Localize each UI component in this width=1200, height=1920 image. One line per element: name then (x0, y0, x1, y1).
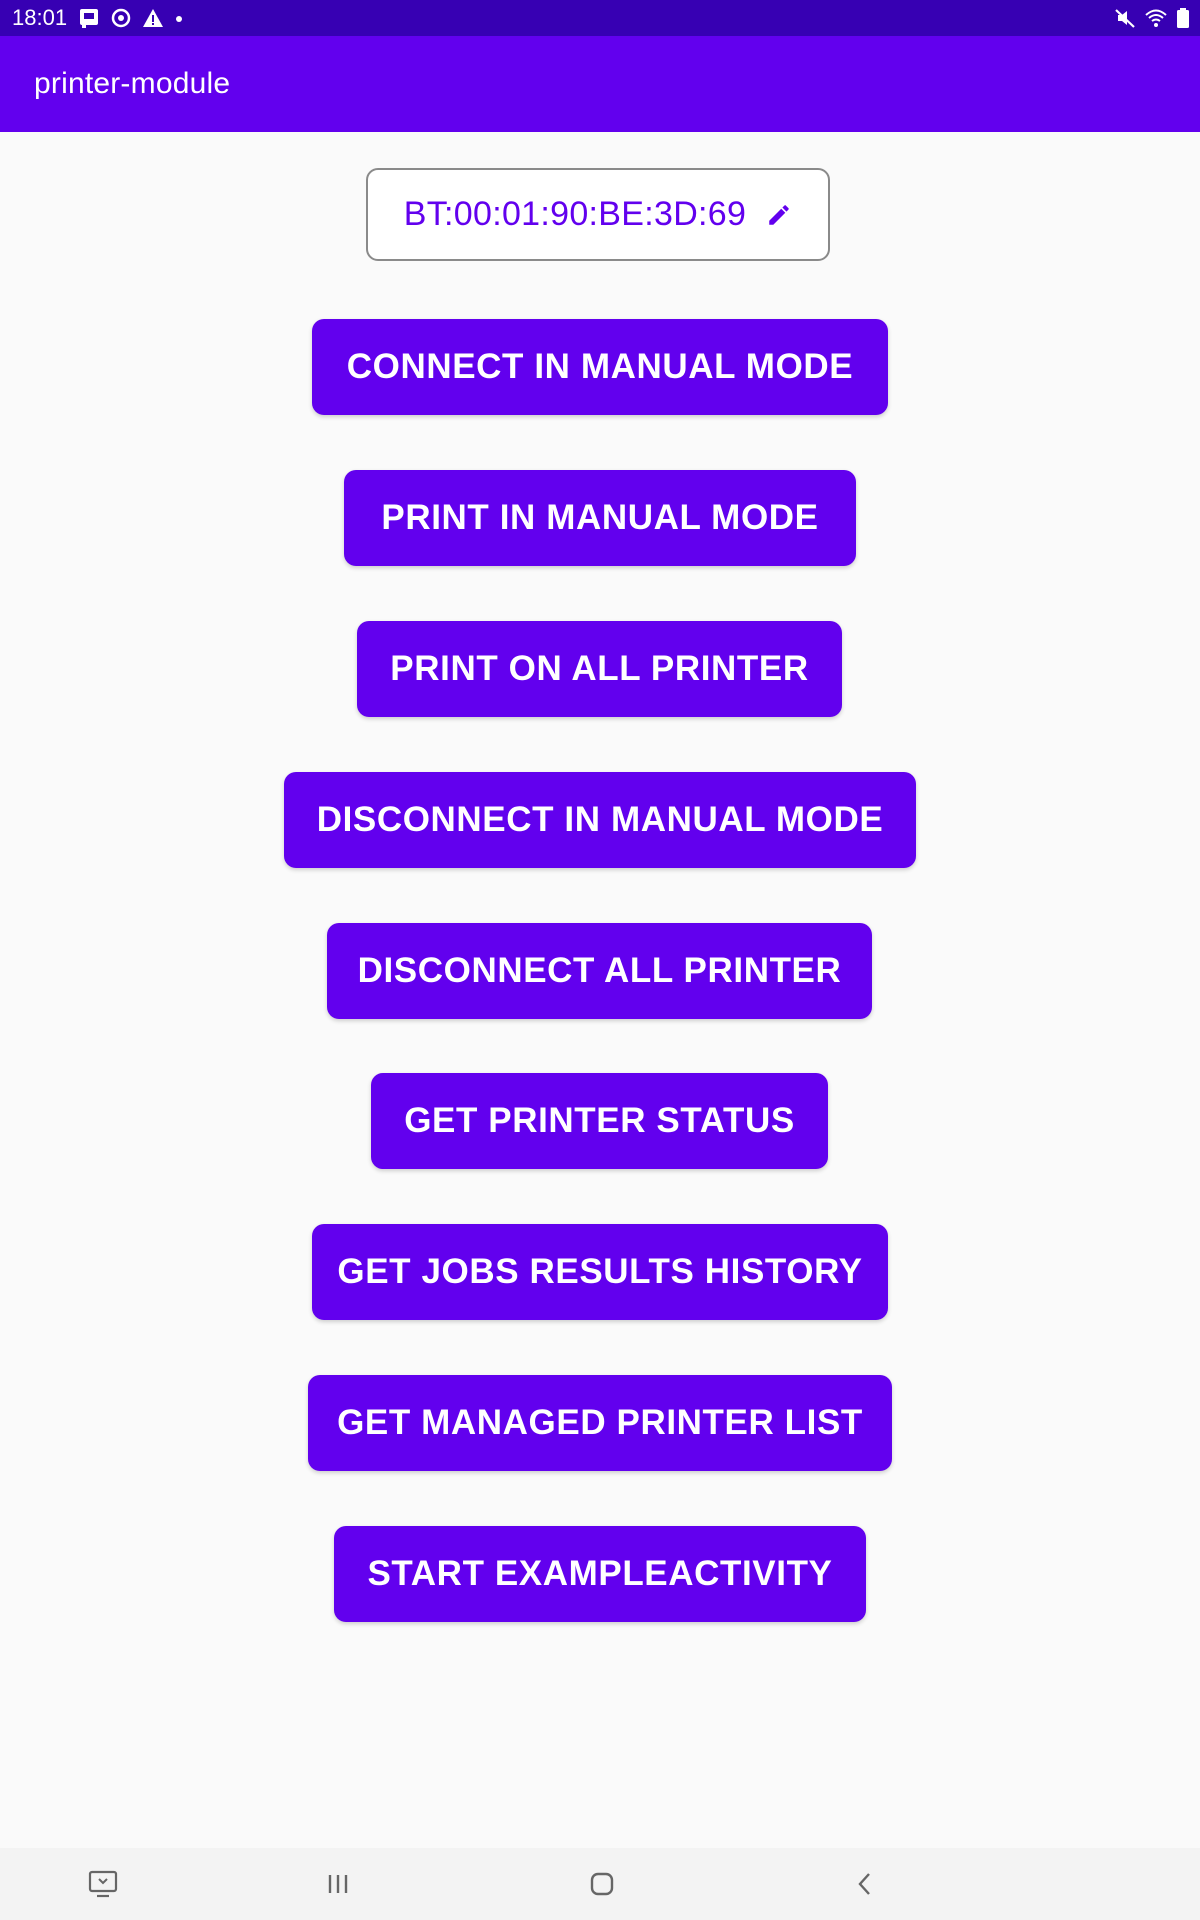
navigation-bar (0, 1848, 1200, 1920)
home-button[interactable] (562, 1848, 642, 1920)
get-printer-status-button[interactable]: GET PRINTER STATUS (371, 1073, 828, 1169)
printer-address-text: BT:00:01:90:BE:3D:69 (403, 195, 747, 233)
edit-icon[interactable] (766, 202, 792, 228)
print-all-printer-button[interactable]: PRINT ON ALL PRINTER (357, 621, 842, 717)
battery-icon (1177, 8, 1189, 28)
status-time: 18:01 (12, 5, 68, 30)
app-title: printer-module (34, 67, 231, 100)
dot-icon (176, 16, 182, 22)
status-icons-right (1114, 6, 1190, 30)
connect-manual-button[interactable]: CONNECT IN MANUAL MODE (312, 319, 888, 415)
status-icons-left (78, 6, 184, 30)
back-button[interactable] (825, 1848, 905, 1920)
app-bar: printer-module (0, 36, 1200, 132)
get-managed-printer-list-button[interactable]: GET MANAGED PRINTER LIST (308, 1375, 892, 1471)
get-jobs-history-button[interactable]: GET JOBS RESULTS HISTORY (312, 1224, 888, 1320)
screen-icon (88, 1870, 118, 1898)
mute-icon (1115, 9, 1135, 28)
print-manual-button[interactable]: PRINT IN MANUAL MODE (344, 470, 856, 566)
recents-icon (328, 1875, 348, 1893)
warning-icon (143, 9, 163, 27)
printer-address-field[interactable]: BT:00:01:90:BE:3D:69 (366, 168, 830, 261)
disconnect-all-printer-button[interactable]: DISCONNECT ALL PRINTER (327, 923, 872, 1019)
status-bar: 18:01 (0, 0, 1200, 36)
home-icon (590, 1872, 614, 1896)
screen-button[interactable] (63, 1848, 143, 1920)
screenshot-icon (80, 9, 98, 28)
recents-button[interactable] (298, 1848, 378, 1920)
start-example-activity-button[interactable]: START EXAMPLEACTIVITY (334, 1526, 866, 1622)
sync-icon (111, 8, 131, 28)
wifi-icon (1145, 9, 1167, 27)
main-content: BT:00:01:90:BE:3D:69 CONNECT IN MANUAL M… (0, 132, 1200, 1848)
disconnect-manual-button[interactable]: DISCONNECT IN MANUAL MODE (284, 772, 916, 868)
back-icon (858, 1873, 870, 1895)
